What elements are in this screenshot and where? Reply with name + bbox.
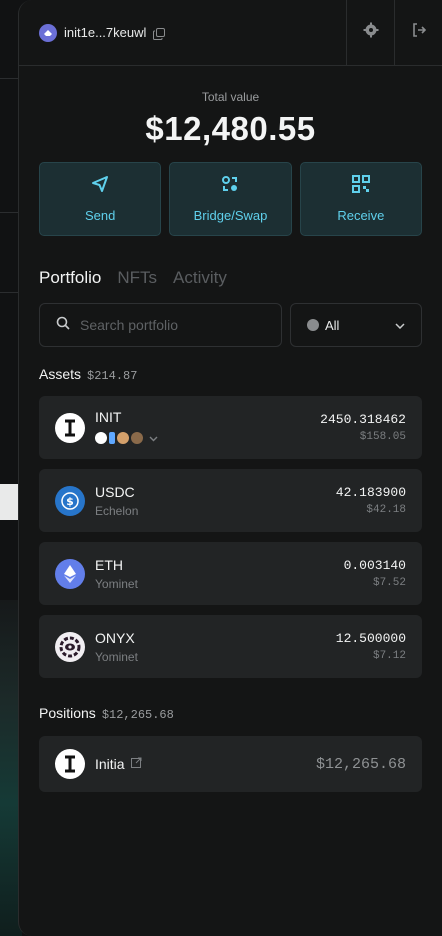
position-name: Initia [95,756,125,772]
action-buttons: Send Bridge/Swap Receive [19,162,442,236]
asset-amount: 0.003140 [343,558,406,573]
chain-filter-value: All [325,317,340,333]
lightning-chain-icon [109,431,115,444]
bridge-swap-button[interactable]: Bridge/Swap [169,162,292,236]
address-button[interactable]: init1e...7keuwl [19,23,346,42]
eth-token-icon [55,558,85,589]
positions-header: Positions $12,265.68 [19,705,442,722]
assets-header: Assets $214.87 [19,366,442,383]
bg-divider [0,78,20,79]
send-button[interactable]: Send [39,162,162,236]
asset-symbol: USDC [95,483,135,500]
external-link-icon[interactable] [130,755,142,773]
wallet-panel: init1e...7keuwl Total value $12,480.55 S… [18,0,442,936]
initia-chain-icon [95,431,107,444]
qr-code-icon [351,175,370,198]
bg-divider [0,212,20,213]
init-token-icon [55,412,85,443]
copy-icon[interactable] [153,27,166,40]
search-input[interactable] [80,317,260,333]
asset-row-init[interactable]: INIT 2450.318462 $158.05 [39,396,422,459]
assets-total: $214.87 [87,369,138,383]
settings-button[interactable] [346,0,394,66]
tab-portfolio[interactable]: Portfolio [39,268,101,288]
bridge-swap-label: Bridge/Swap [193,208,268,223]
asset-usd-value: $42.18 [366,504,406,516]
chain-badge-icon [131,431,143,444]
tab-nfts[interactable]: NFTs [117,268,157,288]
asset-amount: 12.500000 [335,631,406,646]
chain-filter-select[interactable]: All [290,303,422,347]
gear-icon [363,22,379,43]
asset-symbol: INIT [95,408,122,425]
svg-text:$: $ [66,495,74,508]
initia-icon [55,749,85,779]
search-icon [56,316,70,335]
asset-chain: Yominet [95,576,138,591]
chain-dot-icon [307,319,319,331]
asset-row-usdc[interactable]: $ USDC Echelon 42.183900 $42.18 [39,469,422,532]
wallet-address: init1e...7keuwl [64,25,147,40]
receive-button[interactable]: Receive [299,162,422,236]
chevron-down-icon [149,429,158,447]
asset-usd-value: $7.12 [372,650,406,662]
asset-chain: Echelon [95,503,139,518]
portfolio-filters: All [19,303,442,347]
chain-badge-icon [117,431,129,444]
portfolio-tabs: Portfolio NFTs Activity [19,268,442,288]
asset-usd-value: $7.52 [372,577,406,589]
total-value-label: Total value [201,90,260,104]
disconnect-button[interactable] [394,0,442,66]
position-value: $12,265.68 [315,755,406,773]
chevron-down-icon [395,316,405,334]
wallet-header: init1e...7keuwl [19,0,442,66]
usdc-token-icon: $ [55,485,85,516]
assets-title: Assets [39,366,82,382]
tab-activity[interactable]: Activity [173,268,227,288]
asset-row-eth[interactable]: ETH Yominet 0.003140 $7.52 [39,542,422,605]
logout-icon [411,22,427,43]
asset-symbol: ETH [95,556,123,573]
asset-amount: 2450.318462 [320,412,406,427]
bg-divider [0,292,20,293]
asset-amount: 42.183900 [335,485,406,500]
positions-title: Positions [39,705,96,721]
total-value: $12,480.55 [145,110,316,147]
asset-chain: Yominet [95,649,138,664]
search-box[interactable] [39,303,282,347]
send-label: Send [84,208,116,223]
receive-label: Receive [337,208,385,223]
bg-block [0,484,20,520]
send-icon [91,175,109,198]
onyx-token-icon [55,631,85,662]
asset-chain-badges[interactable] [95,429,320,447]
asset-row-onyx[interactable]: ONYX Yominet 12.500000 $7.12 [39,615,422,678]
asset-usd-value: $158.05 [359,431,406,443]
bridge-swap-icon [221,175,239,198]
position-row-initia[interactable]: Initia $12,265.68 [39,736,422,792]
asset-symbol: ONYX [95,629,135,646]
wallet-avatar-icon [39,23,57,42]
positions-total: $12,265.68 [101,708,174,722]
